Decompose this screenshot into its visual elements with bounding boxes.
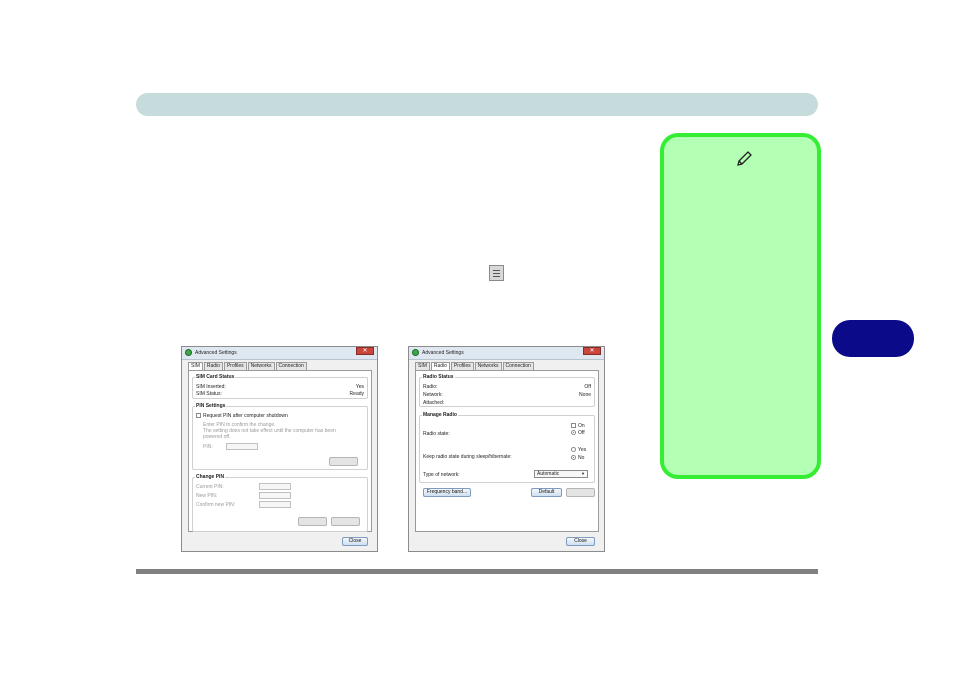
network-type-select[interactable]: Automatic ▼ [534,470,588,478]
change-button[interactable] [298,517,327,526]
pin-label: PIN: [203,444,213,450]
tab-strip: SIM Radio Profiles Networks Connection [415,362,535,371]
row-value: Ready [349,391,364,397]
status-row: SIM Inserted: Yes [196,384,364,390]
group-title: Change PIN [195,474,226,480]
option-label: On [578,423,585,429]
advanced-settings-window-radio: Advanced Settings ✕ SIM Radio Profiles N… [408,346,605,552]
tab-networks[interactable]: Networks [474,362,502,370]
new-pin-label: New PIN: [196,493,218,499]
current-pin-input[interactable] [259,483,291,490]
radio-off-option[interactable] [571,430,576,435]
chevron-down-icon: ▼ [581,471,585,476]
window-title: Advanced Settings [422,350,464,356]
app-icon [412,349,419,356]
status-row: Network: None [423,392,591,398]
frequency-band-button[interactable]: Frequency band... [423,488,471,497]
tab-connection[interactable]: Connection [275,362,307,370]
close-button[interactable]: Close [566,537,595,546]
change-pin-group: Change PIN Current PIN: New PIN: Confirm… [192,474,368,532]
note-box [660,133,821,479]
pencil-icon [737,151,752,166]
close-icon[interactable]: ✕ [356,347,374,355]
settings-icon [489,265,504,281]
option-label: Yes [578,447,587,453]
request-pin-checkbox[interactable] [196,413,201,418]
confirm-pin-label: Confirm new PIN: [196,502,236,508]
header-bar [136,93,818,116]
row-value: None [579,392,591,398]
group-title: PIN Settings [195,403,227,409]
radio-state-label: Radio state: [423,431,450,437]
tab-strip: SIM Radio Profiles Networks Connection [188,362,308,371]
close-icon[interactable]: ✕ [583,347,601,355]
group-title: SIM Card Status [195,374,236,380]
tab-sim[interactable]: SIM [415,362,430,370]
apply-button[interactable] [329,457,358,466]
option-label: Off [578,430,585,436]
sim-card-status-group: SIM Card Status SIM Inserted: Yes SIM St… [192,374,368,399]
pin-input[interactable] [226,443,258,450]
row-value: Off [584,384,591,390]
advanced-settings-window-sim: Advanced Settings ✕ SIM Radio Profiles N… [181,346,378,552]
cancel-button[interactable] [331,517,360,526]
selected-value: Automatic [537,471,560,477]
keep-no-option[interactable] [571,455,576,460]
chapter-tab [832,320,914,357]
bottom-rule [136,569,818,574]
group-title: Manage Radio [422,412,458,418]
keep-yes-option[interactable] [571,447,576,452]
group-title: Radio Status [422,374,455,380]
default-button[interactable]: Default [531,488,562,497]
tab-profiles[interactable]: Profiles [223,362,247,370]
status-row: SIM Status: Ready [196,391,364,397]
keep-state-label: Keep radio state during sleep/hibernate: [423,454,512,460]
new-pin-input[interactable] [259,492,291,499]
app-icon [185,349,192,356]
title-bar: Advanced Settings ✕ [409,347,604,360]
pin-description: powered off. [203,434,231,440]
window-title: Advanced Settings [195,350,237,356]
status-row: Radio: Off [423,384,591,390]
pin-settings-group: PIN Settings Request PIN after computer … [192,403,368,470]
tab-panel: Radio Status Radio: Off Network: None At… [415,370,599,532]
radio-status-group: Radio Status Radio: Off Network: None At… [419,374,595,407]
row-label: SIM Status: [196,391,222,397]
manage-radio-group: Manage Radio Radio state: On Off Keep ra… [419,412,595,483]
tab-panel: SIM Card Status SIM Inserted: Yes SIM St… [188,370,372,532]
current-pin-label: Current PIN: [196,484,224,490]
row-label: Attached: [423,400,445,406]
radio-on-option[interactable] [571,423,576,428]
title-bar: Advanced Settings ✕ [182,347,377,360]
option-label: No [578,455,585,461]
checkbox-label: Request PIN after computer shutdown [203,413,288,419]
tab-connection[interactable]: Connection [502,362,534,370]
tab-radio[interactable]: Radio [203,362,223,370]
tab-profiles[interactable]: Profiles [450,362,474,370]
tab-networks[interactable]: Networks [247,362,275,370]
confirm-pin-input[interactable] [259,501,291,508]
apply-button[interactable] [566,488,595,497]
row-label: Radio: [423,384,438,390]
network-type-label: Type of network: [423,472,460,478]
status-row: Attached: [423,400,591,406]
close-button[interactable]: Close [342,537,368,546]
row-label: Network: [423,392,443,398]
row-value: Yes [355,384,364,390]
row-label: SIM Inserted: [196,384,226,390]
